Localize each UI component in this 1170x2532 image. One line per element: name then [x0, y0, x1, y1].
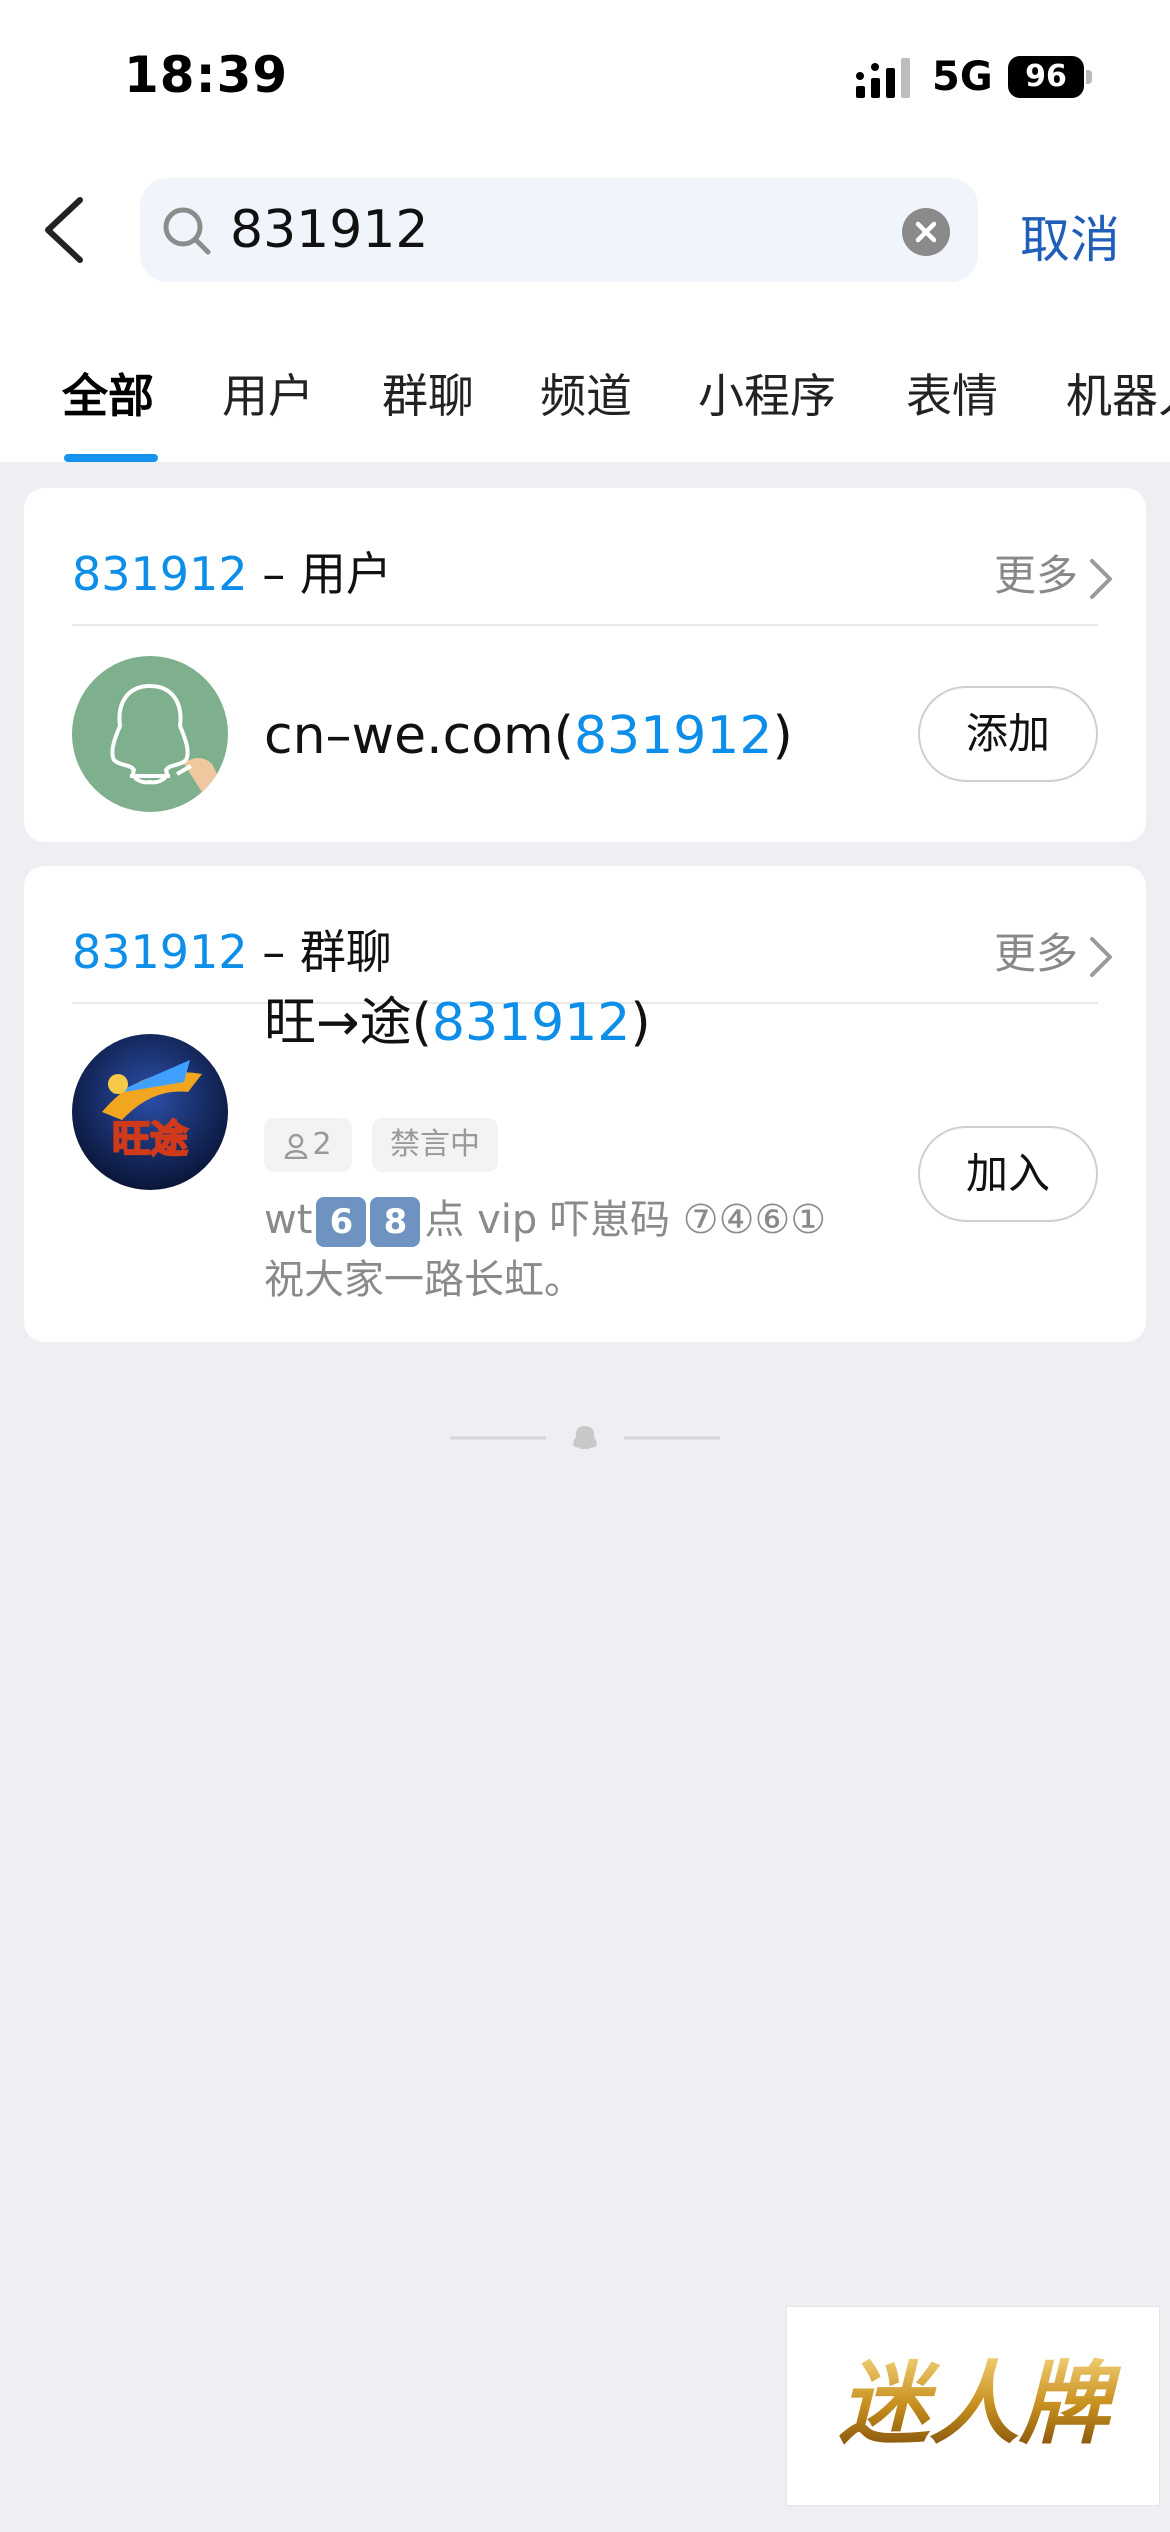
search-input[interactable]: 831912	[140, 178, 978, 282]
group-results-card: 831912 – 群聊 更多 旺途 旺→途(831912) 2 禁言中 wt 6 8…	[24, 866, 1146, 1342]
tab-users[interactable]: 用户	[222, 360, 314, 426]
user-section-title: 831912 – 用户	[72, 547, 392, 601]
network-type: 5G	[932, 54, 993, 100]
cancel-button[interactable]: 取消	[1020, 200, 1120, 272]
status-time: 18:39	[124, 46, 289, 104]
category-tabs: 全部 用户 群聊 频道 小程序 表情 机器人	[0, 350, 1170, 462]
tab-stickers[interactable]: 表情	[906, 360, 998, 426]
chevron-right-icon	[1090, 936, 1112, 977]
watermark-text: 迷人牌	[839, 2352, 1122, 2457]
user-results-card: 831912 – 用户 更多 cn–we.com(831912) 添加	[24, 488, 1146, 842]
group-description: wt 6 8 点 vip 吓崽码 ⑦④⑥① 祝大家一路长虹。	[264, 1197, 827, 1303]
user-more-link[interactable]: 更多	[994, 542, 1114, 603]
group-section-title: 831912 – 群聊	[72, 925, 392, 979]
battery-nub	[1086, 70, 1092, 84]
keycap-digit-6: 6	[316, 1197, 367, 1247]
user-avatar[interactable]	[72, 656, 228, 812]
group-avatar[interactable]: 旺途	[72, 1034, 228, 1190]
signal-strength-icon	[856, 58, 910, 98]
top-bar: 18:39 5G 96 831912 取消 全部 用户 群聊 频道 小程序 表情	[0, 0, 1170, 462]
member-count-badge: 2	[264, 1118, 352, 1172]
tab-all[interactable]: 全部	[62, 360, 154, 426]
group-avatar-text: 旺途	[112, 1117, 188, 1161]
end-of-results-marker	[450, 1426, 720, 1449]
group-more-link[interactable]: 更多	[994, 920, 1114, 981]
user-name: cn–we.com(831912)	[264, 706, 793, 766]
active-tab-indicator	[64, 454, 158, 462]
tab-groups[interactable]: 群聊	[382, 360, 474, 426]
tab-channels[interactable]: 频道	[540, 360, 632, 426]
divider	[72, 624, 1098, 626]
add-friend-button[interactable]: 添加	[918, 686, 1098, 782]
search-query[interactable]: 831912	[230, 200, 429, 260]
join-group-button[interactable]: 加入	[918, 1126, 1098, 1222]
keycap-digit-8: 8	[370, 1197, 421, 1247]
battery-icon: 96	[1008, 56, 1084, 98]
person-icon	[285, 1133, 308, 1159]
clear-icon[interactable]	[902, 208, 950, 256]
group-name: 旺→途(831912)	[264, 993, 651, 1053]
tab-bots[interactable]: 机器人	[1066, 360, 1170, 426]
watermark-logo: 迷人牌	[786, 2306, 1160, 2506]
chevron-right-icon	[1090, 558, 1112, 599]
tab-mini-programs[interactable]: 小程序	[698, 360, 836, 426]
back-button[interactable]	[36, 190, 96, 270]
muted-status-badge: 禁言中	[372, 1118, 498, 1172]
search-icon	[163, 207, 211, 255]
